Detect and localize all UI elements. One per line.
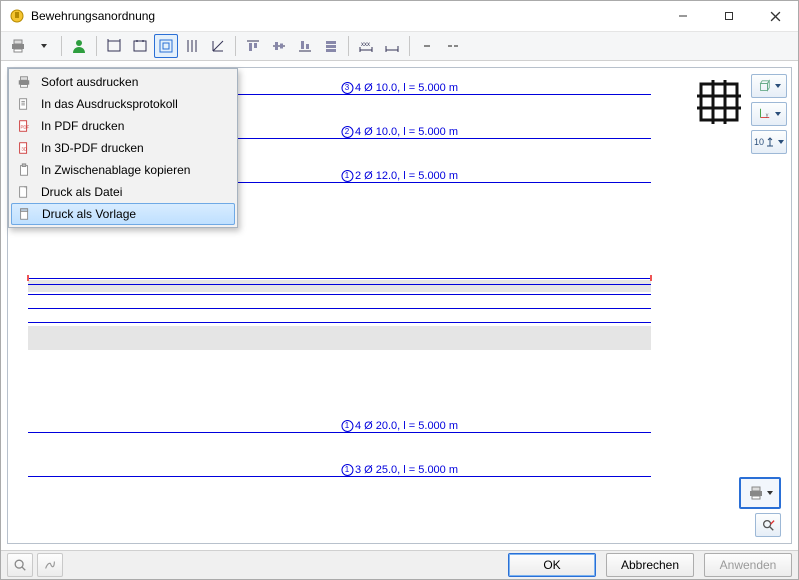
protocol-icon — [15, 95, 33, 113]
clipboard-icon — [15, 161, 33, 179]
dialog-button-bar: OK Abbrechen Anwenden — [1, 550, 798, 579]
section-edge — [28, 284, 651, 285]
print-dropdown-menu: Sofort ausdrucken In das Ausdrucksprotok… — [8, 68, 238, 228]
bar-single-button[interactable] — [415, 34, 439, 58]
menu-item-label: In 3D-PDF drucken — [41, 141, 144, 155]
app-window: Bewehrungsanordnung xxx — [0, 0, 799, 580]
menu-item-template[interactable]: Druck als Vorlage — [11, 203, 235, 225]
section-web — [28, 326, 651, 350]
menu-item-protocol[interactable]: In das Ausdrucksprotokoll — [11, 93, 235, 115]
svg-text:3D: 3D — [21, 147, 27, 152]
rebar-label: 14 Ø 20.0, l = 5.000 m — [341, 420, 458, 432]
floating-search-button[interactable] — [755, 513, 781, 537]
user-button[interactable] — [67, 34, 91, 58]
rebar-label: 12 Ø 12.0, l = 5.000 m — [341, 170, 458, 182]
view-axes-button[interactable]: y — [751, 102, 787, 126]
cancel-label: Abbrechen — [621, 558, 679, 572]
client-area: 34 Ø 10.0, l = 5.000 m 24 Ø 10.0, l = 5.… — [1, 61, 798, 550]
section-edge — [28, 308, 651, 309]
file-icon — [15, 183, 33, 201]
view-scale-label: 10 — [754, 137, 764, 147]
minimize-button[interactable] — [660, 1, 706, 31]
view-plan-button[interactable] — [154, 34, 178, 58]
menu-item-label: In das Ausdrucksprotokoll — [41, 97, 178, 111]
print-dropdown-arrow[interactable] — [32, 34, 56, 58]
apply-button[interactable]: Anwenden — [704, 553, 792, 577]
maximize-button[interactable] — [706, 1, 752, 31]
align-top-button[interactable] — [241, 34, 265, 58]
view-scale-button[interactable]: 10 — [751, 130, 787, 154]
bar-double-button[interactable] — [441, 34, 465, 58]
titlebar: Bewehrungsanordnung — [1, 1, 798, 32]
ok-label: OK — [543, 558, 560, 572]
view-columns-button[interactable] — [180, 34, 204, 58]
rebar-line — [28, 432, 651, 433]
main-toolbar: xxx — [1, 32, 798, 61]
section-marker — [650, 275, 652, 281]
section-edge — [28, 294, 651, 295]
menu-item-label: Sofort ausdrucken — [41, 75, 138, 89]
help-button[interactable] — [7, 553, 33, 577]
drawing-viewport[interactable]: 34 Ø 10.0, l = 5.000 m 24 Ø 10.0, l = 5.… — [7, 67, 792, 544]
chevron-down-icon — [767, 491, 773, 495]
align-mid-button[interactable] — [267, 34, 291, 58]
menu-item-print-now[interactable]: Sofort ausdrucken — [11, 71, 235, 93]
pdf3d-icon: 3D — [15, 139, 33, 157]
view-toolbar-right: y 10 — [747, 74, 787, 154]
plan-overview-icon[interactable] — [695, 78, 743, 126]
view-cube-button[interactable] — [751, 74, 787, 98]
apply-label: Anwenden — [720, 558, 777, 572]
settings-button[interactable] — [37, 553, 63, 577]
view-elev1-button[interactable] — [102, 34, 126, 58]
section-flange-top — [28, 280, 651, 292]
menu-item-file[interactable]: Druck als Datei — [11, 181, 235, 203]
window-title: Bewehrungsanordnung — [31, 9, 660, 23]
section-edge — [28, 322, 651, 323]
dim-line-button[interactable] — [380, 34, 404, 58]
toolbar-separator — [235, 36, 236, 56]
ok-button[interactable]: OK — [508, 553, 596, 577]
toolbar-separator — [409, 36, 410, 56]
menu-item-label: Druck als Datei — [41, 185, 122, 199]
print-split-button[interactable] — [6, 34, 30, 58]
dim-xxx-button[interactable]: xxx — [354, 34, 378, 58]
view-elev2-button[interactable] — [128, 34, 152, 58]
cancel-button[interactable]: Abbrechen — [606, 553, 694, 577]
menu-item-label: In Zwischenablage kopieren — [41, 163, 190, 177]
toolbar-separator — [96, 36, 97, 56]
section-marker — [27, 275, 29, 281]
rebar-line — [28, 476, 651, 477]
align-bot-button[interactable] — [293, 34, 317, 58]
svg-text:PDF: PDF — [21, 125, 30, 130]
printer-icon — [15, 73, 33, 91]
align-stack-button[interactable] — [319, 34, 343, 58]
pdf-icon: PDF — [15, 117, 33, 135]
template-icon — [16, 205, 34, 223]
rebar-label: 13 Ø 25.0, l = 5.000 m — [341, 464, 458, 476]
svg-text:y: y — [766, 113, 769, 119]
toolbar-separator — [61, 36, 62, 56]
floating-print-button[interactable] — [739, 477, 781, 509]
menu-item-label: In PDF drucken — [41, 119, 124, 133]
close-button[interactable] — [752, 1, 798, 31]
menu-item-pdf[interactable]: PDF In PDF drucken — [11, 115, 235, 137]
app-icon — [9, 8, 25, 24]
menu-item-label: Druck als Vorlage — [42, 207, 136, 221]
menu-item-clipboard[interactable]: In Zwischenablage kopieren — [11, 159, 235, 181]
toolbar-separator — [348, 36, 349, 56]
section-edge — [28, 278, 651, 279]
rebar-label: 34 Ø 10.0, l = 5.000 m — [341, 82, 458, 94]
rebar-label: 24 Ø 10.0, l = 5.000 m — [341, 126, 458, 138]
menu-item-pdf3d[interactable]: 3D In 3D-PDF drucken — [11, 137, 235, 159]
svg-text:xxx: xxx — [361, 42, 370, 48]
view-axes-button[interactable] — [206, 34, 230, 58]
